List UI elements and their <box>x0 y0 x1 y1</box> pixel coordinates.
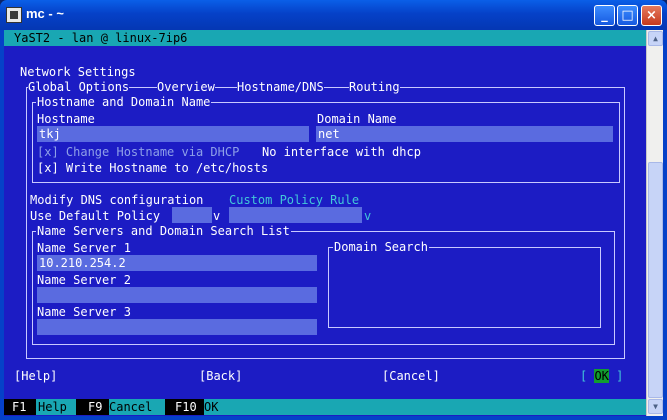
name-server-2-input[interactable] <box>37 287 317 303</box>
window-titlebar[interactable]: mc - ~ _ □ × <box>0 0 667 30</box>
policy-rule-dropdown-arrow-icon[interactable]: v <box>364 209 371 223</box>
ok-button[interactable]: [ OK ] <box>580 369 623 383</box>
hostname-frame-label: Hostname and Domain Name <box>36 95 212 109</box>
fn-key-f1[interactable]: F1 <box>12 399 26 415</box>
window-title: mc - ~ <box>26 6 64 21</box>
use-default-policy-label: Use Default Policy <box>30 209 161 223</box>
fn-label-cancel[interactable]: Cancel <box>109 399 165 415</box>
help-button[interactable]: [Help] <box>14 369 57 383</box>
minimize-button[interactable]: _ <box>594 5 615 26</box>
write-hostname-hosts-checkbox[interactable]: [x] Write Hostname to /etc/hosts <box>37 161 268 175</box>
hostname-label: Hostname <box>37 112 95 126</box>
scroll-down-arrow-icon[interactable]: ▼ <box>648 399 663 414</box>
tab-routing[interactable]: Routing <box>349 80 400 94</box>
domain-name-label: Domain Name <box>317 112 397 126</box>
dns-mode-dropdown-arrow-icon[interactable]: v <box>213 209 220 223</box>
domain-name-input[interactable]: net <box>316 126 613 142</box>
tab-global-options[interactable]: Global Options <box>28 80 130 94</box>
custom-policy-rule-select[interactable] <box>229 207 362 223</box>
domain-search-label: Domain Search <box>333 240 429 254</box>
name-server-2-label: Name Server 2 <box>37 273 131 287</box>
hostname-input[interactable]: tkj <box>37 126 309 142</box>
close-button[interactable]: × <box>641 5 662 26</box>
tab-hostname-dns[interactable]: Hostname/DNS <box>237 80 324 94</box>
dhcp-note: No interface with dhcp <box>262 145 421 159</box>
fn-key-f9[interactable]: F9 <box>88 399 102 415</box>
dialog-title: Network Settings <box>20 65 136 79</box>
custom-policy-rule-label: Custom Policy Rule <box>229 193 360 207</box>
scroll-thumb[interactable] <box>648 162 663 398</box>
vertical-scrollbar[interactable]: ▲ ▼ <box>646 30 663 416</box>
name-servers-frame-label: Name Servers and Domain Search List <box>36 224 291 238</box>
ok-button-right-bracket: ] <box>608 369 624 383</box>
modify-dns-label: Modify DNS configuration <box>30 193 204 207</box>
function-key-bar: F1 Help F9 Cancel F10 OK <box>4 399 646 415</box>
name-server-3-input[interactable] <box>37 319 317 335</box>
name-server-1-input[interactable]: 10.210.254.2 <box>37 255 317 271</box>
maximize-button[interactable]: □ <box>617 5 638 26</box>
terminal-app-icon <box>6 7 22 23</box>
dns-mode-select[interactable] <box>172 207 212 223</box>
change-hostname-dhcp-checkbox[interactable]: [x] Change Hostname via DHCP <box>37 145 239 159</box>
fn-key-f10[interactable]: F10 <box>175 399 197 415</box>
cancel-button[interactable]: [Cancel] <box>382 369 440 383</box>
ok-button-left-bracket: [ <box>580 369 595 383</box>
domain-search-box[interactable]: Domain Search <box>328 240 601 328</box>
name-server-1-label: Name Server 1 <box>37 241 131 255</box>
fn-label-ok[interactable]: OK <box>204 399 646 415</box>
tab-overview[interactable]: Overview <box>157 80 215 94</box>
fn-label-help[interactable]: Help <box>36 399 76 415</box>
name-server-3-label: Name Server 3 <box>37 305 131 319</box>
scroll-up-arrow-icon[interactable]: ▲ <box>648 31 663 46</box>
yast-header-bar: YaST2 - lan @ linux-7ip6 <box>4 30 646 46</box>
back-button[interactable]: [Back] <box>199 369 242 383</box>
ok-button-label: OK <box>594 369 609 383</box>
